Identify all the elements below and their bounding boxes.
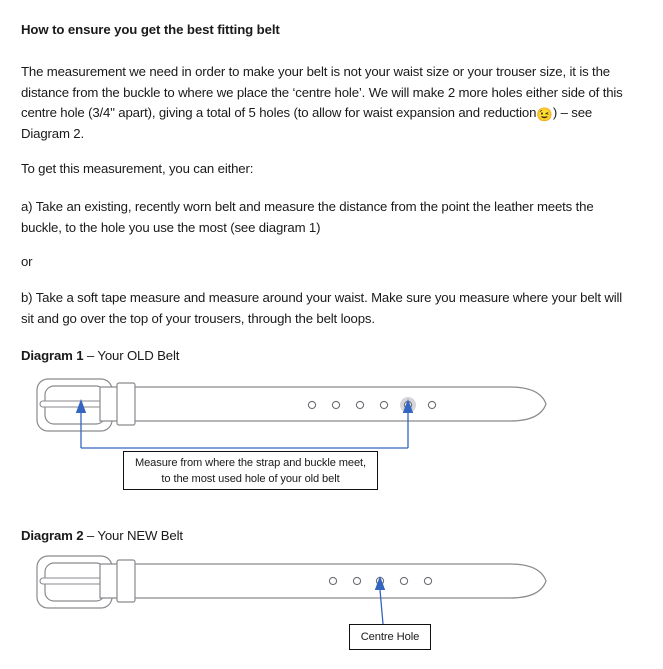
diagram-1-title-rest: – Your OLD Belt [83, 348, 180, 363]
buckle-inner-frame [44, 562, 106, 602]
belt-hole [399, 576, 409, 586]
belt-hole [307, 400, 317, 410]
paragraph-option-a: a) Take an existing, recently worn belt … [21, 199, 594, 235]
intro-text-part1: The measurement we need in order to make… [21, 64, 623, 120]
diagram-1-title: Diagram 1 – Your OLD Belt [21, 348, 179, 363]
belt-hole [331, 400, 341, 410]
highlighted-hole-shadow [400, 397, 416, 413]
document-page: How to ensure you get the best fitting b… [0, 0, 663, 669]
buckle-prong-bar [39, 577, 119, 585]
paragraph-intro: The measurement we need in order to make… [21, 62, 637, 144]
bracket-arrowhead-right [402, 399, 414, 413]
measurement-bracket [75, 399, 414, 449]
wink-face-emoji: 😉 [536, 107, 553, 122]
bracket-arrowhead-left [75, 399, 87, 413]
belt-hole-most-used [403, 400, 413, 410]
belt-hole [352, 576, 362, 586]
belt-hole [328, 576, 338, 586]
belt-hole [379, 400, 389, 410]
belt-hole [355, 400, 365, 410]
buckle-outer-frame [36, 378, 113, 432]
paragraph-option-b: b) Take a soft tape measure and measure … [21, 290, 623, 326]
leader-arrowhead [374, 576, 386, 590]
diagram-2-title-rest: – Your NEW Belt [83, 528, 183, 543]
buckle-outer-frame [36, 555, 113, 609]
diagram-1-title-bold: Diagram 1 [21, 348, 84, 363]
buckle-inner-frame [44, 385, 106, 425]
measure-callout-line2: to the most used hole of your old belt [161, 473, 340, 485]
belt-hole [427, 400, 437, 410]
centre-hole-leader [374, 576, 386, 625]
belt-strap [99, 386, 547, 422]
belt-hole [423, 576, 433, 586]
page-title: How to ensure you get the best fitting b… [21, 22, 280, 37]
belt-strap [99, 563, 547, 599]
measure-callout-box: Measure from where the strap and buckle … [123, 451, 378, 490]
diagram-2-belt [36, 555, 547, 625]
paragraph-either: To get this measurement, you can either: [21, 161, 254, 176]
diagram-1-belt [36, 378, 547, 449]
buckle-prong-bar [39, 400, 119, 408]
paragraph-or: or [21, 254, 33, 269]
diagram-2-title-bold: Diagram 2 [21, 528, 84, 543]
diagram-2-title: Diagram 2 – Your NEW Belt [21, 528, 183, 543]
belt-keeper-loop [116, 382, 136, 426]
belt-keeper-loop [116, 559, 136, 603]
belt-hole-centre [375, 576, 385, 586]
centre-hole-callout-box: Centre Hole [349, 624, 431, 650]
measure-callout-line1: Measure from where the strap and buckle … [134, 457, 367, 469]
